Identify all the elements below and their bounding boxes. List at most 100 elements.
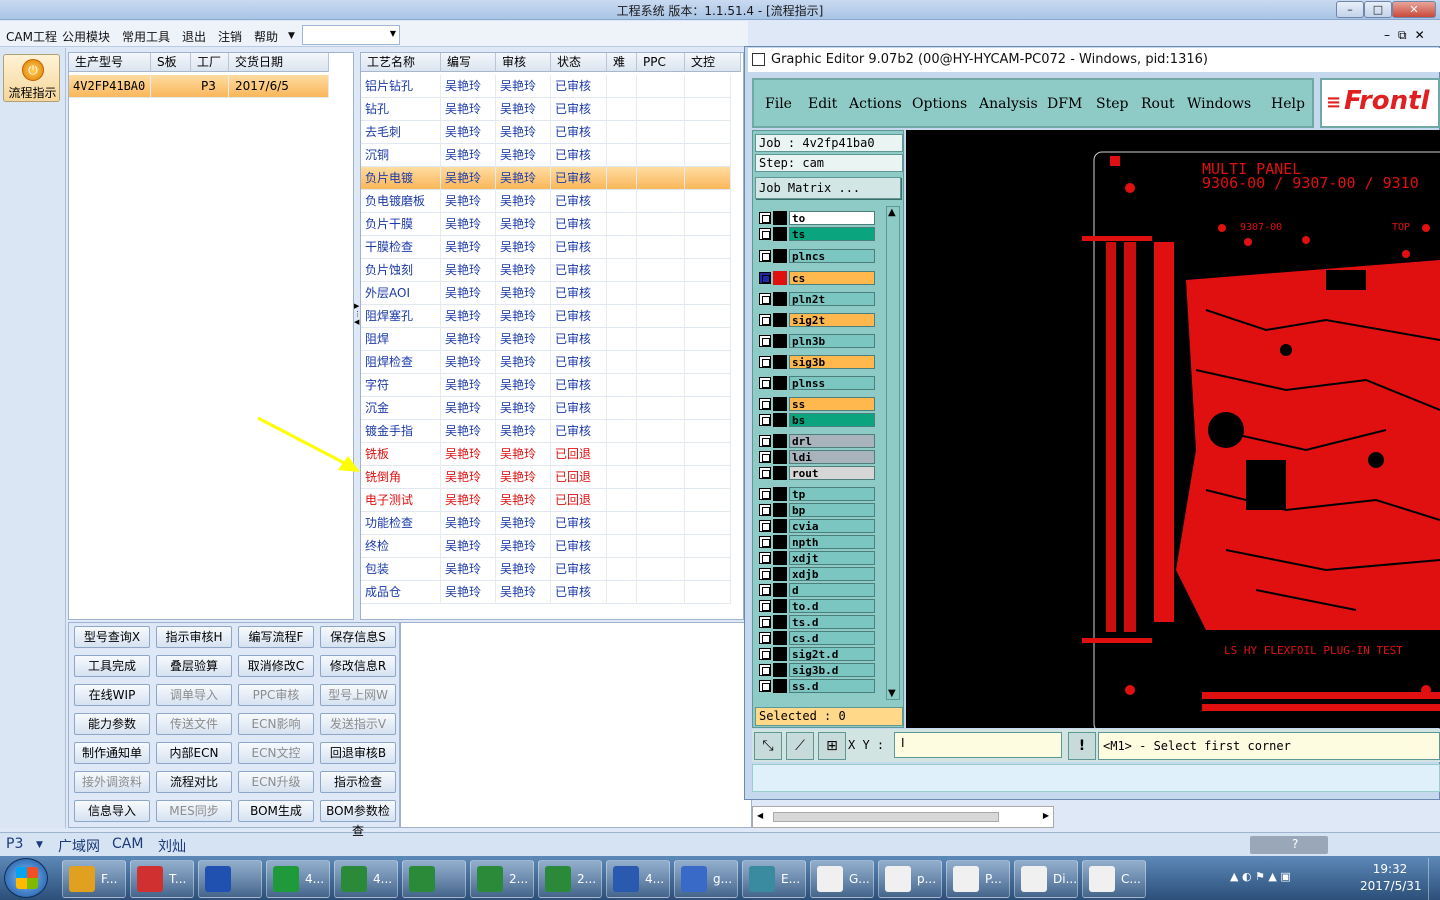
ge-menu-edit[interactable]: Edit bbox=[808, 96, 837, 112]
layer-row[interactable]: sig3b bbox=[759, 355, 875, 369]
checkbox-icon[interactable] bbox=[759, 335, 771, 347]
layer-row[interactable]: ts bbox=[759, 227, 875, 241]
header-model[interactable]: 生产型号 bbox=[69, 53, 151, 72]
process-row[interactable]: 镀金手指 吴艳玲 吴艳玲 已审核 bbox=[361, 420, 731, 443]
measure-icon[interactable]: ⟋ bbox=[786, 732, 814, 760]
taskbar-item[interactable]: 4... bbox=[606, 860, 670, 898]
flow-instruction-button[interactable]: ⏻ 流程指示 bbox=[3, 54, 60, 102]
help-icon[interactable]: ? bbox=[1292, 837, 1298, 851]
action-button[interactable]: 传送文件 bbox=[156, 713, 232, 735]
tray-icons[interactable]: ▲ ◐ ⚑ ▲ ▣ bbox=[1230, 870, 1291, 883]
action-button[interactable]: 指示审核H bbox=[156, 626, 232, 648]
action-button[interactable]: 流程对比 bbox=[156, 771, 232, 793]
xy-input[interactable]: I bbox=[894, 732, 1062, 758]
process-row[interactable]: 铝片钻孔 吴艳玲 吴艳玲 已审核 bbox=[361, 75, 731, 98]
menu-cam[interactable]: CAM工程 bbox=[6, 28, 57, 45]
pcb-canvas[interactable]: MULTI PANEL 9306-00 / 9307-00 / 9310 930… bbox=[906, 130, 1440, 728]
header-ppc[interactable]: PPC bbox=[637, 53, 685, 72]
action-button[interactable]: 发送指示V bbox=[320, 713, 396, 735]
layer-row[interactable]: tp bbox=[759, 487, 875, 501]
menu-combobox[interactable]: ▼ bbox=[302, 25, 400, 45]
taskbar-item[interactable]: G... bbox=[810, 860, 874, 898]
ge-menu-actions[interactable]: Actions bbox=[849, 96, 902, 112]
tab-cam[interactable]: CAM bbox=[112, 836, 143, 852]
checkbox-icon[interactable] bbox=[759, 250, 771, 262]
process-row[interactable]: 终检 吴艳玲 吴艳玲 已审核 bbox=[361, 535, 731, 558]
checkbox-icon[interactable] bbox=[759, 584, 771, 596]
ge-menu-rout[interactable]: Rout bbox=[1141, 96, 1175, 112]
action-button[interactable]: 回退审核B bbox=[320, 742, 396, 764]
taskbar-item[interactable]: P... bbox=[946, 860, 1010, 898]
action-button[interactable]: 指示检查 bbox=[320, 771, 396, 793]
layer-row[interactable]: cs bbox=[759, 271, 875, 285]
action-button[interactable]: BOM生成 bbox=[238, 800, 314, 822]
taskbar-item[interactable]: 4... bbox=[266, 860, 330, 898]
layer-row[interactable]: d bbox=[759, 583, 875, 597]
ge-menu-windows[interactable]: Windows bbox=[1187, 96, 1251, 112]
action-button[interactable]: 工具完成 bbox=[74, 655, 150, 677]
process-row[interactable]: 负片干膜 吴艳玲 吴艳玲 已审核 bbox=[361, 213, 731, 236]
header-s-board[interactable]: S板 bbox=[151, 53, 191, 72]
checkbox-icon[interactable] bbox=[759, 680, 771, 692]
action-button[interactable]: 内部ECN bbox=[156, 742, 232, 764]
ge-menu-dfm[interactable]: DFM bbox=[1047, 96, 1082, 112]
tab-p3[interactable]: P3 bbox=[6, 836, 23, 852]
action-button[interactable]: 制作通知单 bbox=[74, 742, 150, 764]
taskbar-item[interactable]: 4... bbox=[334, 860, 398, 898]
process-row[interactable]: 铣倒角 吴艳玲 吴艳玲 已回退 bbox=[361, 466, 731, 489]
grid-icon[interactable]: ⊞ bbox=[818, 732, 846, 760]
process-row[interactable]: 沉金 吴艳玲 吴艳玲 已审核 bbox=[361, 397, 731, 420]
tab-user[interactable]: 刘灿 bbox=[158, 836, 186, 856]
taskbar-item[interactable]: p... bbox=[878, 860, 942, 898]
layer-row[interactable]: xdjt bbox=[759, 551, 875, 565]
action-button[interactable]: ECN文控 bbox=[238, 742, 314, 764]
minimize-button[interactable]: – bbox=[1336, 1, 1364, 18]
chevron-down-icon[interactable]: ▼ bbox=[36, 840, 43, 850]
layer-row[interactable]: xdjb bbox=[759, 567, 875, 581]
taskbar-item[interactable]: g... bbox=[674, 860, 738, 898]
checkbox-icon[interactable] bbox=[759, 648, 771, 660]
taskbar-item[interactable] bbox=[198, 860, 262, 898]
ge-menu-step[interactable]: Step bbox=[1096, 96, 1128, 112]
taskbar-item[interactable]: 2... bbox=[470, 860, 534, 898]
action-button[interactable]: 保存信息S bbox=[320, 626, 396, 648]
checkbox-icon[interactable] bbox=[759, 600, 771, 612]
process-row[interactable]: 阻焊塞孔 吴艳玲 吴艳玲 已审核 bbox=[361, 305, 731, 328]
job-matrix-button[interactable]: Job Matrix ... bbox=[755, 177, 901, 199]
action-button[interactable]: ECN升级 bbox=[238, 771, 314, 793]
process-row[interactable]: 去毛刺 吴艳玲 吴艳玲 已审核 bbox=[361, 121, 731, 144]
process-row[interactable]: 字符 吴艳玲 吴艳玲 已审核 bbox=[361, 374, 731, 397]
process-row[interactable]: 外层AOI 吴艳玲 吴艳玲 已审核 bbox=[361, 282, 731, 305]
header-writer[interactable]: 编写 bbox=[441, 53, 496, 72]
checkbox-icon[interactable] bbox=[759, 293, 771, 305]
checkbox-icon[interactable] bbox=[759, 435, 771, 447]
menu-logout[interactable]: 注销 bbox=[218, 28, 242, 45]
zoom-icon[interactable]: ⤡ bbox=[754, 732, 782, 760]
action-button[interactable]: 叠层验算 bbox=[156, 655, 232, 677]
process-row[interactable]: 负片电镀 吴艳玲 吴艳玲 已审核 bbox=[361, 167, 731, 190]
alert-icon[interactable]: ! bbox=[1068, 732, 1096, 760]
maximize-button[interactable]: □ bbox=[1364, 1, 1392, 18]
layer-row[interactable]: cs.d bbox=[759, 631, 875, 645]
ge-menu-analysis[interactable]: Analysis bbox=[979, 96, 1038, 112]
action-button[interactable]: PPC审核 bbox=[238, 684, 314, 706]
layer-row[interactable]: ss bbox=[759, 397, 875, 411]
chevron-down-icon[interactable]: ▼ bbox=[288, 31, 295, 41]
menu-exit[interactable]: 退出 bbox=[182, 28, 206, 45]
process-row[interactable]: 阻焊 吴艳玲 吴艳玲 已审核 bbox=[361, 328, 731, 351]
layer-row[interactable]: ts.d bbox=[759, 615, 875, 629]
checkbox-icon[interactable] bbox=[759, 228, 771, 240]
checkbox-icon[interactable] bbox=[759, 504, 771, 516]
checkbox-icon[interactable] bbox=[759, 568, 771, 580]
action-button[interactable]: 取消修改C bbox=[238, 655, 314, 677]
layer-row[interactable]: to bbox=[759, 211, 875, 225]
layer-row[interactable]: to.d bbox=[759, 599, 875, 613]
process-row[interactable]: 钻孔 吴艳玲 吴艳玲 已审核 bbox=[361, 98, 731, 121]
checkbox-icon[interactable] bbox=[759, 414, 771, 426]
header-doc-control[interactable]: 文控 bbox=[685, 53, 741, 72]
horizontal-scrollbar[interactable]: ◀ ▶ bbox=[752, 806, 1054, 828]
header-reviewer[interactable]: 审核 bbox=[496, 53, 551, 72]
checkbox-icon[interactable] bbox=[759, 398, 771, 410]
taskbar-item[interactable]: 2... bbox=[538, 860, 602, 898]
taskbar-item[interactable]: Di... bbox=[1014, 860, 1078, 898]
